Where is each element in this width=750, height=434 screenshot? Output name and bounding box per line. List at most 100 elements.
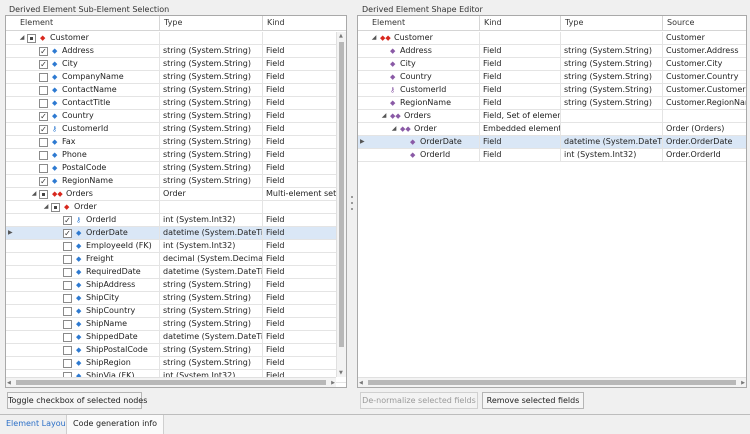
tree-row[interactable]: ◆ ShipRegion string (System.String) Field (6, 357, 346, 370)
toggle-checkbox-button[interactable]: Toggle checkbox of selected nodes (7, 392, 147, 409)
tree-row[interactable]: ✓ ⚷ OrderId int (System.Int32) Field (6, 214, 346, 227)
tree-row[interactable]: ◢ ◆ Customer (6, 32, 346, 45)
shape-editor-tree-grid[interactable]: Element Kind Type Source ◢ ◆◆ Customer Cust… (357, 15, 747, 388)
tree-row[interactable]: ◆ Address Field string (System.String) Custo… (358, 45, 746, 58)
column-header-element[interactable]: Element (16, 16, 160, 31)
tree-row[interactable]: ◆ ShipCountry string (System.String) Field (6, 305, 346, 318)
tree-row[interactable]: ◆ ShipAddress string (System.String) Field (6, 279, 346, 292)
expand-toggle-icon[interactable]: ◢ (30, 188, 38, 200)
left-horizontal-scroll-thumb[interactable] (16, 380, 326, 385)
tree-row[interactable]: ▶ ◆ OrderDate Fielddatetime (System.DateTim… (358, 136, 746, 149)
tree-row[interactable]: ✓ ◆ City string (System.String) Field (6, 58, 346, 71)
tree-row[interactable]: ◆ PostalCode string (System.String) Field (6, 162, 346, 175)
row-checkbox[interactable]: ✓ (39, 47, 48, 56)
tree-row[interactable]: ▶ ✓ ◆ OrderDate datetime (System.DateTime)Fi… (6, 227, 346, 240)
tree-row[interactable]: ✓ ◆ Country string (System.String) Field (6, 110, 346, 123)
row-checkbox[interactable] (63, 281, 72, 290)
scroll-right-arrow-icon[interactable]: ▶ (331, 379, 335, 387)
column-header-source[interactable]: Source (663, 16, 746, 31)
row-checkbox[interactable] (39, 138, 48, 147)
row-checkbox[interactable] (63, 255, 72, 264)
remove-selected-fields-button[interactable]: Remove selected fields (482, 392, 584, 409)
row-checkbox[interactable]: ✓ (39, 112, 48, 121)
element-name: OrderId (420, 150, 451, 159)
scroll-left-arrow-icon[interactable]: ◀ (7, 379, 11, 387)
row-checkbox[interactable] (63, 242, 72, 251)
row-checkbox[interactable] (39, 164, 48, 173)
tree-row[interactable]: ◆ RequiredDate datetime (System.DateTime)F… (6, 266, 346, 279)
column-header-kind[interactable]: Kind (263, 16, 338, 31)
expand-toggle-icon[interactable]: ◢ (390, 123, 398, 135)
row-checkbox[interactable]: ✓ (39, 125, 48, 134)
tree-row[interactable]: ◢ ◆ Order (6, 201, 346, 214)
tree-row[interactable]: ◆ ShippedDate datetime (System.DateTime)Fi… (6, 331, 346, 344)
tree-row[interactable]: ◆ ShipPostalCode string (System.String) Fie… (6, 344, 346, 357)
tree-row[interactable]: ⚷ CustomerId Field string (System.String) Cu… (358, 84, 746, 97)
scroll-right-arrow-icon[interactable]: ▶ (741, 379, 745, 387)
left-horizontal-scrollbar[interactable]: ◀ ▶ (6, 377, 336, 387)
tree-row[interactable]: ◆ OrderId Field int (System.Int32) Order.Ord… (358, 149, 746, 162)
tab-code-generation-info[interactable]: Code generation info (66, 415, 165, 434)
row-checkbox[interactable]: ✓ (63, 229, 72, 238)
tree-row[interactable]: ◢ ◆◆ Orders Order Multi-element set (6, 188, 346, 201)
row-checkbox[interactable]: ✓ (39, 60, 48, 69)
denormalize-selected-fields-button[interactable]: De-normalize selected fields (360, 392, 478, 409)
tree-row[interactable]: ✓ ◆ Address string (System.String) Field (6, 45, 346, 58)
tree-row[interactable]: ◆ EmployeeId (FK) int (System.Int32) Field (6, 240, 346, 253)
row-checkbox[interactable] (63, 268, 72, 277)
tree-row[interactable]: ◆ City Field string (System.String) Customer… (358, 58, 746, 71)
row-checkbox[interactable] (63, 346, 72, 355)
row-checkbox[interactable] (63, 359, 72, 368)
row-checkbox[interactable] (51, 203, 60, 212)
row-checkbox[interactable]: ✓ (39, 177, 48, 186)
tree-row[interactable]: ◆ RegionName Field string (System.String) Cu… (358, 97, 746, 110)
row-checkbox[interactable] (39, 86, 48, 95)
scroll-down-arrow-icon[interactable]: ▼ (339, 369, 343, 377)
column-header-element[interactable]: Element (368, 16, 480, 31)
row-checkbox[interactable] (63, 294, 72, 303)
element-type: datetime (System.DateTime) (160, 227, 263, 239)
right-horizontal-scrollbar[interactable]: ◀ ▶ (358, 377, 746, 387)
tree-row[interactable]: ◆ CompanyName string (System.String) Field (6, 71, 346, 84)
row-checkbox[interactable] (39, 151, 48, 160)
tree-row[interactable]: ✓ ⚷ CustomerId string (System.String) Field (6, 123, 346, 136)
tree-row[interactable]: ◆ ContactTitle string (System.String) Field (6, 97, 346, 110)
row-checkbox[interactable] (39, 190, 48, 199)
scroll-left-arrow-icon[interactable]: ◀ (359, 379, 363, 387)
expand-toggle-icon[interactable]: ◢ (370, 32, 378, 44)
column-header-kind[interactable]: Kind (480, 16, 561, 31)
expand-toggle-icon[interactable]: ◢ (380, 110, 388, 122)
sub-element-tree-grid[interactable]: Element Type Kind ◢ ◆ Customer ✓ ◆ Address str… (5, 15, 347, 388)
row-checkbox[interactable] (39, 73, 48, 82)
tree-row[interactable]: ◢ ◆◆ Order Embedded element Order (Orders) (358, 123, 746, 136)
left-vertical-scroll-thumb[interactable] (339, 42, 344, 347)
row-checkbox[interactable] (63, 307, 72, 316)
tree-row[interactable]: ◆ Freight decimal (System.Decimal) Field (6, 253, 346, 266)
tree-row[interactable]: ◆ Country Field string (System.String) Custo… (358, 71, 746, 84)
row-checkbox[interactable] (63, 333, 72, 342)
expand-toggle-icon[interactable]: ◢ (42, 201, 50, 213)
row-checkbox[interactable] (63, 320, 72, 329)
element-kind: Field (266, 215, 285, 224)
tree-row[interactable]: ◆ ContactName string (System.String) Field (6, 84, 346, 97)
tree-row[interactable]: ◆ Phone string (System.String) Field (6, 149, 346, 162)
row-checkbox[interactable] (39, 99, 48, 108)
column-header-type[interactable]: Type (561, 16, 663, 31)
element-source: Order (Orders) (666, 124, 725, 133)
field-icon: ◆ (76, 359, 82, 367)
column-header-type[interactable]: Type (160, 16, 263, 31)
row-checkbox[interactable]: ✓ (63, 216, 72, 225)
tab-element-layout[interactable]: Element Layout (0, 415, 75, 434)
tree-row[interactable]: ◢ ◆◆ Orders Field, Set of elements (358, 110, 746, 123)
tree-row[interactable]: ◆ ShipName string (System.String) Field (6, 318, 346, 331)
scroll-up-arrow-icon[interactable]: ▲ (339, 32, 343, 40)
tree-row[interactable]: ◢ ◆◆ Customer Customer (358, 32, 746, 45)
tree-row[interactable]: ✓ ◆ RegionName string (System.String) Field (6, 175, 346, 188)
row-checkbox[interactable] (27, 34, 36, 43)
tree-row[interactable]: ◆ Fax string (System.String) Field (6, 136, 346, 149)
left-vertical-scrollbar[interactable]: ▲ ▼ (336, 32, 346, 377)
expand-toggle-icon[interactable]: ◢ (18, 32, 26, 44)
column-divider (159, 227, 160, 239)
tree-row[interactable]: ◆ ShipCity string (System.String) Field (6, 292, 346, 305)
right-horizontal-scroll-thumb[interactable] (368, 380, 736, 385)
